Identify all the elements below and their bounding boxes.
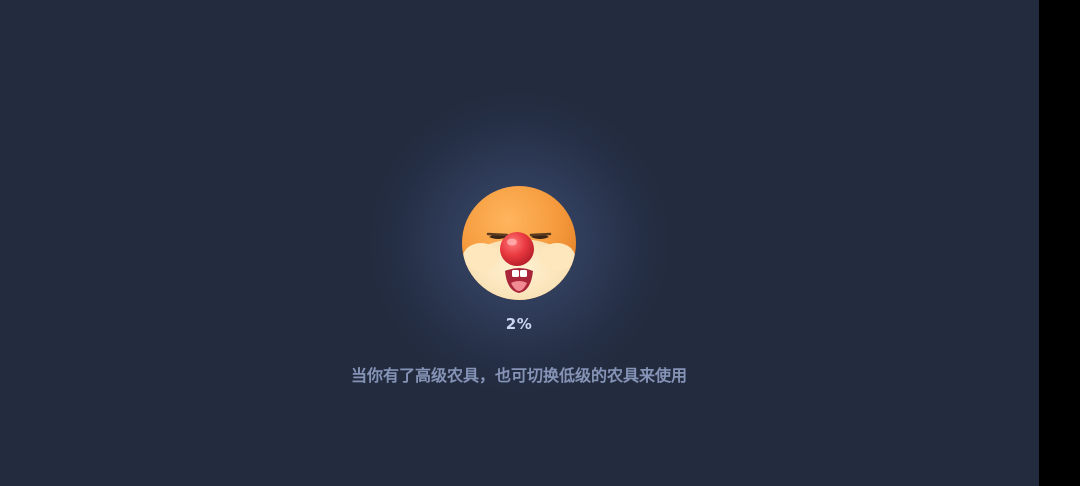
screen-edge-bar <box>1039 0 1080 486</box>
mascot-face-icon <box>462 186 576 300</box>
loading-screen: 2% 当你有了高级农具，也可切换低级的农具来使用 <box>0 0 1039 486</box>
loading-tip: 当你有了高级农具，也可切换低级的农具来使用 <box>350 366 687 385</box>
loading-percent: 2% <box>505 315 533 333</box>
